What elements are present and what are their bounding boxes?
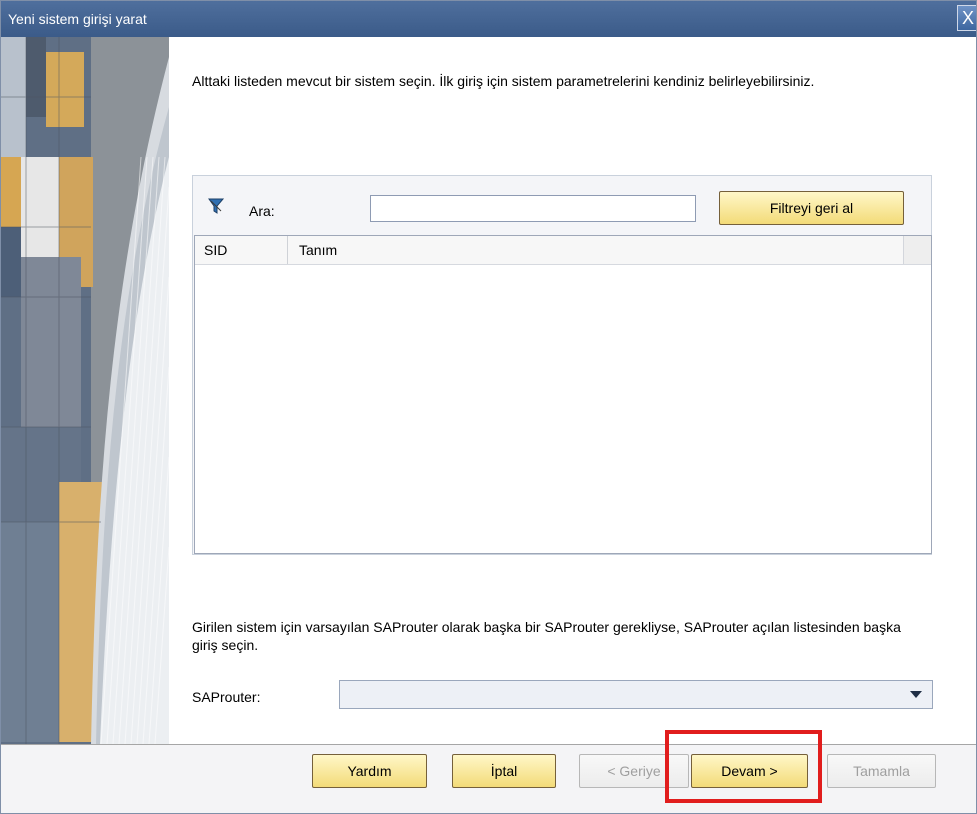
table-scrollbar-header [903,236,931,264]
cancel-button[interactable]: İptal [452,754,556,788]
window-title: Yeni sistem girişi yarat [8,11,147,27]
back-button-label: < Geriye [607,763,661,779]
next-button-label: Devam > [721,763,778,779]
chevron-down-icon[interactable] [910,691,922,698]
description-column-header[interactable]: Tanım [299,242,337,258]
title-bar: Yeni sistem girişi yarat X [1,1,976,38]
close-icon[interactable]: X [957,5,976,31]
search-input[interactable] [370,195,696,222]
column-divider [287,236,288,264]
new-system-entry-window: Yeni sistem girişi yarat X Alttaki liste… [0,0,977,814]
reset-filter-button-label: Filtreyi geri al [769,200,854,216]
dialog-footer: Yardım İptal < Geriye Devam > Tamamla [1,744,976,813]
help-button-label: Yardım [347,763,392,779]
search-label: Ara: [249,203,275,219]
reset-filter-button[interactable]: Filtreyi geri al [719,191,904,225]
back-button[interactable]: < Geriye [579,754,689,788]
system-selection-prompt: Alttaki listeden mevcut bir sistem seçin… [192,73,815,89]
sid-column-header[interactable]: SID [204,242,227,258]
help-button[interactable]: Yardım [312,754,427,788]
saprouter-label: SAProuter: [192,689,261,705]
saprouter-select[interactable] [339,680,933,709]
table-header: SID Tanım [195,236,931,265]
cancel-button-label: İptal [490,763,518,779]
finish-button[interactable]: Tamamla [827,754,936,788]
finish-button-label: Tamamla [853,763,910,779]
next-button[interactable]: Devam > [691,754,808,788]
system-table[interactable]: SID Tanım [194,235,932,554]
filter-icon [208,198,225,214]
saprouter-info-text: Girilen sistem için varsayılan SAProuter… [192,619,901,653]
architecture-side-image [1,37,169,744]
